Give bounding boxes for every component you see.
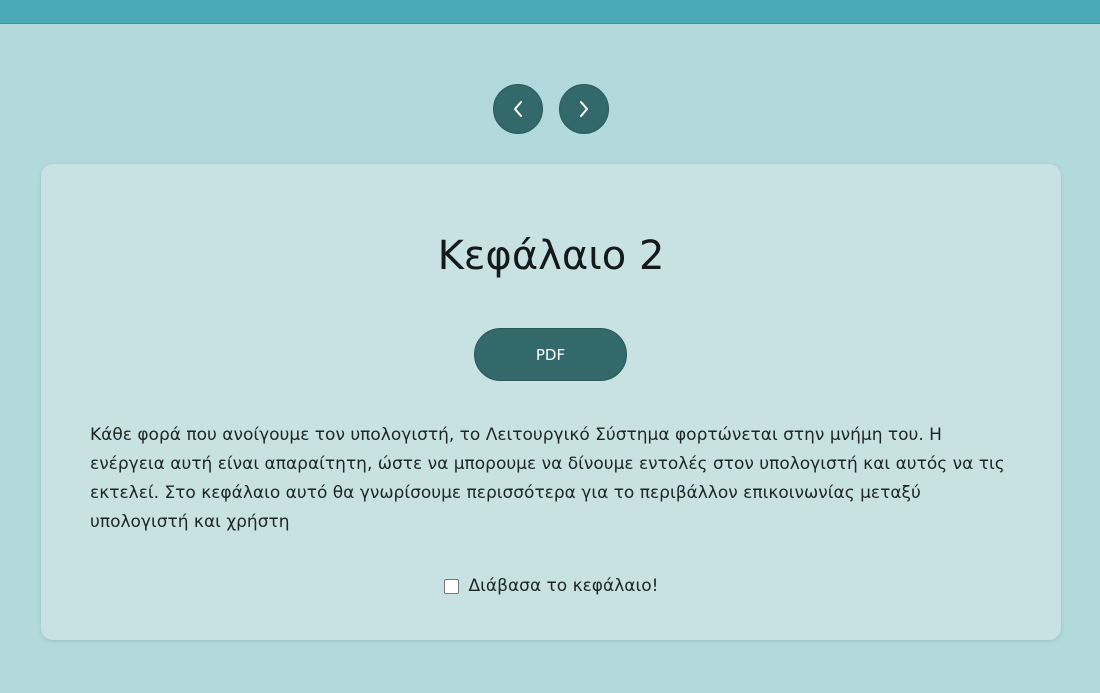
top-bar [0,0,1100,24]
chevron-left-icon [511,100,525,118]
chapter-title: Κεφάλαιο 2 [437,233,665,279]
chapter-description: Κάθε φορά που ανοίγουμε τον υπολογιστή, … [90,425,1005,532]
read-confirmation: Διάβασα το κεφάλαιο! [41,576,1061,596]
chapter-read-checkbox[interactable] [443,578,459,594]
chapter-read-label[interactable]: Διάβασα το κεφάλαιο! [469,576,659,596]
pdf-button[interactable]: PDF [474,328,627,381]
chapter-navigation [0,84,1100,134]
pdf-button-label: PDF [535,345,566,364]
previous-chapter-button[interactable] [493,84,543,134]
chevron-right-icon [577,100,591,118]
chapter-card: Κεφάλαιο 2 PDF Κάθε φορά που ανοίγουμε τ… [41,164,1061,640]
next-chapter-button[interactable] [559,84,609,134]
